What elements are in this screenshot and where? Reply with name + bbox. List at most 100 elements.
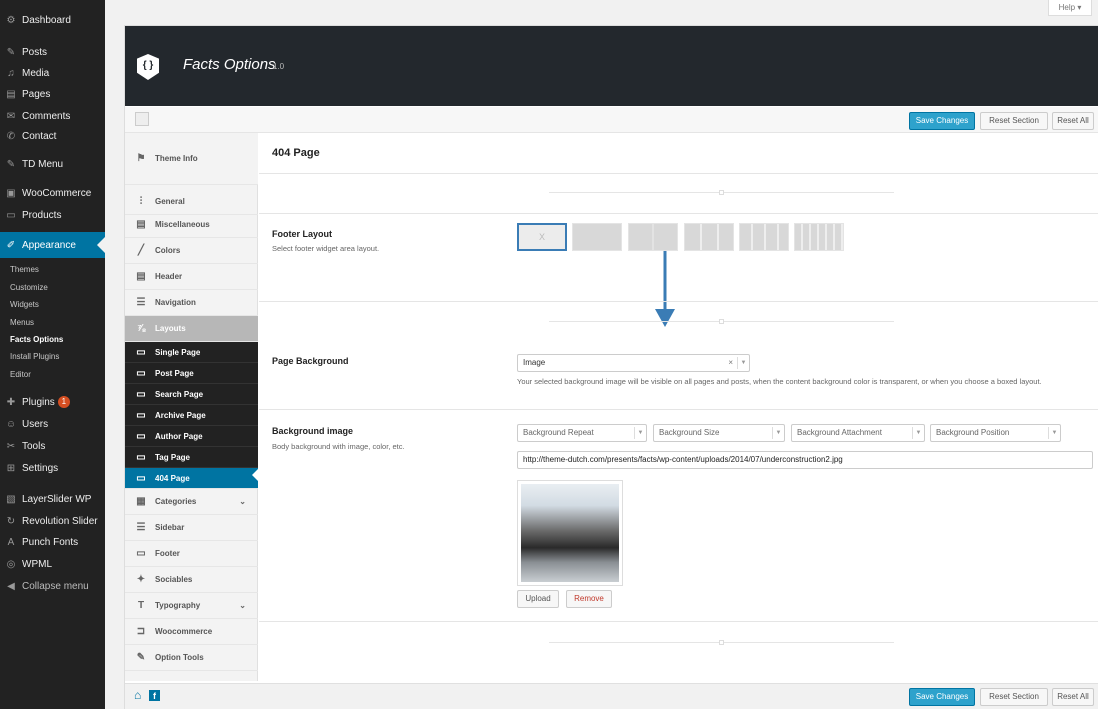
sidebar-sub-single-page[interactable]: ▭ Single Page xyxy=(125,342,258,363)
menu-comments[interactable]: ✉ Comments xyxy=(0,106,105,126)
sidebar-item-header[interactable]: ▤ Header xyxy=(125,264,258,290)
divider-dot xyxy=(719,190,724,195)
users-icon: ☺ xyxy=(5,418,17,430)
submenu-install-plugins[interactable]: Install Plugins xyxy=(10,350,59,364)
sidebar-item-miscellaneous[interactable]: ▤ Miscellaneous xyxy=(125,212,258,238)
menu-products[interactable]: ▭ Products xyxy=(0,205,105,225)
submenu-facts-options[interactable]: Facts Options xyxy=(10,333,63,347)
collapse-icon: ◀ xyxy=(7,580,15,592)
submenu-menus[interactable]: Menus xyxy=(10,316,34,330)
cart-icon: ⊐ xyxy=(136,626,146,637)
select-value: Image xyxy=(523,358,546,367)
sidebar-item-navigation[interactable]: ☰ Navigation xyxy=(125,290,258,316)
menu-revolution-slider[interactable]: ↻ Revolution Slider xyxy=(0,511,105,531)
divider xyxy=(259,621,1098,622)
save-changes-button[interactable]: Save Changes xyxy=(909,688,975,706)
products-icon: ▭ xyxy=(6,209,16,221)
menu-settings[interactable]: ⊞ Settings xyxy=(0,458,105,478)
caret-down-icon: ▼ xyxy=(1048,427,1060,439)
sidebar-label: 404 Page xyxy=(155,473,190,483)
footer-layout-6col[interactable] xyxy=(794,223,844,251)
save-changes-button[interactable]: Save Changes xyxy=(909,112,975,130)
reset-section-button[interactable]: Reset Section xyxy=(980,688,1048,706)
footer-layout-1col[interactable] xyxy=(572,223,622,251)
sidebar-item-layouts[interactable]: ⅞ Layouts xyxy=(125,316,258,342)
menu-td-menu[interactable]: ✎ TD Menu xyxy=(0,154,105,174)
menu-wpml[interactable]: ◎ WPML xyxy=(0,554,105,574)
reset-all-button[interactable]: Reset All xyxy=(1052,112,1094,130)
sidebar-label: Tag Page xyxy=(155,452,190,462)
sidebar-item-categories[interactable]: ▦ Categories ⌄ xyxy=(125,489,258,515)
footer-layout-3col[interactable] xyxy=(684,223,734,251)
menu-tools[interactable]: ✂ Tools xyxy=(0,436,105,456)
remove-button[interactable]: Remove xyxy=(566,590,612,608)
background-size-select[interactable]: Background Size ▼ xyxy=(653,424,785,442)
contact-icon: ✆ xyxy=(6,130,16,142)
sidebar-item-footer[interactable]: ▭ Footer xyxy=(125,541,258,567)
sidebar-item-colors[interactable]: ╱ Colors xyxy=(125,238,258,264)
sidebar-label: Theme Info xyxy=(155,154,198,163)
background-attachment-select[interactable]: Background Attachment ▼ xyxy=(791,424,925,442)
background-image-url-input[interactable]: http://theme-dutch.com/presents/facts/wp… xyxy=(517,451,1093,469)
reset-section-button[interactable]: Reset Section xyxy=(980,112,1048,130)
sidebar-sub-404-page[interactable]: ▭ 404 Page xyxy=(125,468,258,489)
background-repeat-select[interactable]: Background Repeat ▼ xyxy=(517,424,647,442)
footer-layout-2col[interactable] xyxy=(628,223,678,251)
sidebar-sub-search-page[interactable]: ▭ Search Page xyxy=(125,384,258,405)
page-icon: ▭ xyxy=(136,472,146,484)
submenu-themes[interactable]: Themes xyxy=(10,263,39,277)
page-icon: ▭ xyxy=(136,409,146,421)
clear-icon[interactable]: × xyxy=(728,355,733,371)
sidebar-label: Categories xyxy=(155,497,197,506)
sidebar-item-option-tools[interactable]: ✎ Option Tools xyxy=(125,645,258,671)
pin-icon: ✎ xyxy=(6,158,16,170)
footer-layout-4col[interactable] xyxy=(739,223,789,251)
sidebar-item-sociables[interactable]: ✦ Sociables xyxy=(125,567,258,593)
caret-down-icon: ▼ xyxy=(772,427,784,439)
home-icon[interactable]: ⌂ xyxy=(134,688,141,702)
facebook-icon[interactable]: f xyxy=(149,690,160,701)
page-background-select[interactable]: Image × ▼ xyxy=(517,354,750,372)
background-position-select[interactable]: Background Position ▼ xyxy=(930,424,1061,442)
submenu-widgets[interactable]: Widgets xyxy=(10,298,39,312)
menu-woocommerce[interactable]: ▣ WooCommerce xyxy=(0,183,105,203)
menu-dashboard[interactable]: ⚙ Dashboard xyxy=(0,10,105,30)
revolution-icon: ↻ xyxy=(6,515,16,527)
sidebar-sub-post-page[interactable]: ▭ Post Page xyxy=(125,363,258,384)
menu-punch-fonts[interactable]: A Punch Fonts xyxy=(0,532,105,552)
menu-collapse[interactable]: ◀ Collapse menu xyxy=(0,576,105,596)
sidebar-sub-tag-page[interactable]: ▭ Tag Page xyxy=(125,447,258,468)
submenu-customize[interactable]: Customize xyxy=(10,281,48,295)
select-value: Background Size xyxy=(659,428,720,437)
help-tab[interactable]: Help ▾ xyxy=(1048,0,1092,16)
menu-layerslider[interactable]: ▧ LayerSlider WP xyxy=(0,489,105,509)
sidebar-item-sidebar[interactable]: ☰ Sidebar xyxy=(125,515,258,541)
reset-all-button[interactable]: Reset All xyxy=(1052,688,1094,706)
background-image-label: Background image xyxy=(272,426,354,436)
sidebar-item-theme-info[interactable]: ⚑ Theme Info xyxy=(125,133,258,185)
menu-pages[interactable]: ▤ Pages xyxy=(0,84,105,104)
menu-label: Pages xyxy=(22,88,51,100)
menu-posts[interactable]: ✎ Posts xyxy=(0,42,105,62)
sidebar-label: Layouts xyxy=(155,324,186,333)
submenu-editor[interactable]: Editor xyxy=(10,368,31,382)
header-icon: ▤ xyxy=(136,271,146,282)
page-icon: ▭ xyxy=(136,451,146,463)
dashboard-icon: ⚙ xyxy=(6,14,16,26)
sidebar-sub-author-page[interactable]: ▭ Author Page xyxy=(125,426,258,447)
sidebar-label: Archive Page xyxy=(155,410,206,420)
sidebar-item-typography[interactable]: T Typography ⌄ xyxy=(125,593,258,619)
footer-layout-none[interactable]: X xyxy=(517,223,567,251)
menu-users[interactable]: ☺ Users xyxy=(0,414,105,434)
menu-media[interactable]: ♫ Media xyxy=(0,63,105,83)
upload-button[interactable]: Upload xyxy=(517,590,559,608)
sidebar-item-woocommerce[interactable]: ⊐ Woocommerce xyxy=(125,619,258,645)
text-icon: T xyxy=(137,600,145,611)
menu-plugins[interactable]: ✚ Plugins 1 xyxy=(0,392,105,412)
menu-contact[interactable]: ✆ Contact xyxy=(0,126,105,146)
sidebar-label: Woocommerce xyxy=(155,627,213,636)
menu-appearance[interactable]: ✐ Appearance xyxy=(0,232,105,258)
expand-toggle-icon[interactable] xyxy=(135,112,149,126)
sidebar-label: Search Page xyxy=(155,389,204,399)
sidebar-sub-archive-page[interactable]: ▭ Archive Page xyxy=(125,405,258,426)
